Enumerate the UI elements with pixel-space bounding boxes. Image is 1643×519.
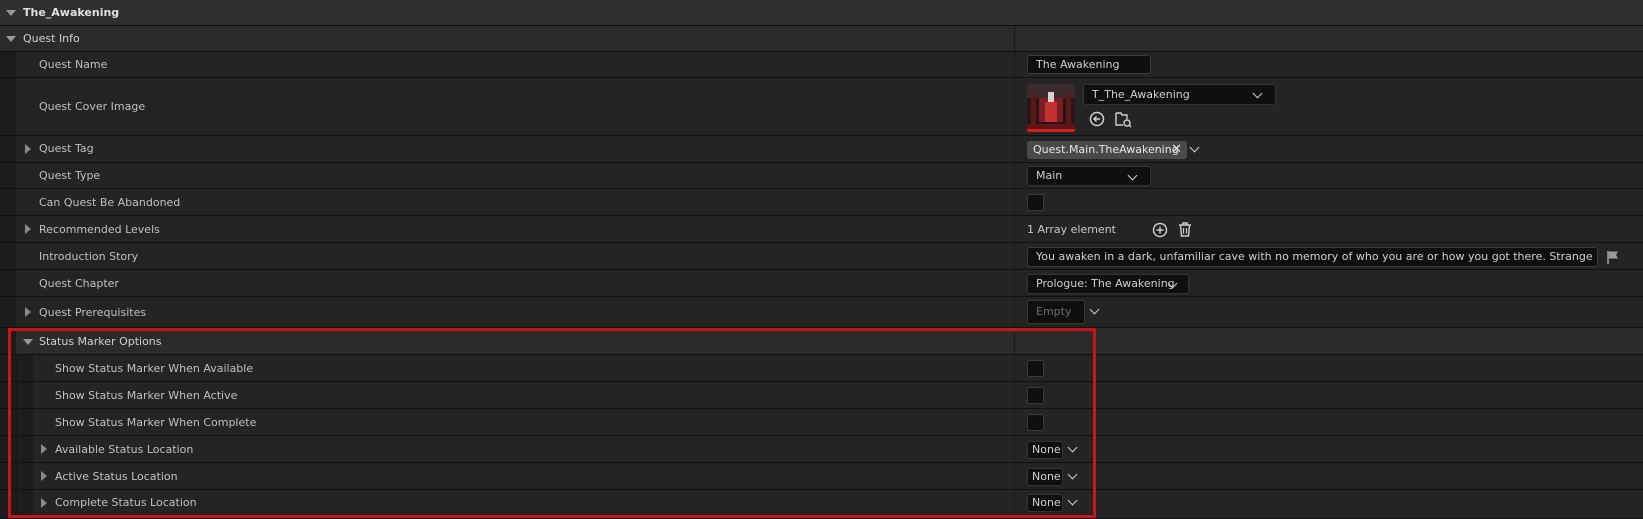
- asset-name: T_The_Awakening: [1092, 88, 1190, 101]
- collapse-arrow-icon[interactable]: [23, 339, 33, 345]
- quest-name-input[interactable]: The Awakening: [1027, 55, 1151, 74]
- property-available-location: Available Status Location None: [0, 436, 1643, 463]
- show-complete-checkbox[interactable]: [1027, 414, 1044, 431]
- property-label: Quest Prerequisites: [39, 306, 147, 319]
- expand-arrow-icon[interactable]: [41, 498, 47, 508]
- tag-value: Quest.Main.TheAwakening: [1033, 143, 1179, 156]
- expand-arrow-icon[interactable]: [25, 307, 31, 317]
- property-quest-type: Quest Type Main: [0, 163, 1643, 189]
- quest-type-dropdown[interactable]: Main: [1027, 166, 1151, 186]
- dropdown-value: Prologue: The Awakening: [1036, 277, 1175, 290]
- property-show-complete: Show Status Marker When Complete: [0, 409, 1643, 436]
- property-label: Available Status Location: [55, 443, 194, 456]
- add-element-icon[interactable]: [1152, 222, 1168, 238]
- trash-icon[interactable]: [1177, 221, 1193, 238]
- object-title: The_Awakening: [23, 6, 120, 19]
- available-location-picker[interactable]: None: [1027, 441, 1063, 459]
- property-quest-chapter: Quest Chapter Prologue: The Awakening: [0, 270, 1643, 297]
- chevron-down-icon: [1252, 88, 1263, 99]
- category-label: Quest Info: [23, 32, 80, 45]
- cover-image-asset-picker[interactable]: T_The_Awakening: [1083, 84, 1276, 105]
- remove-tag-icon[interactable]: ✕: [1171, 141, 1182, 159]
- property-label: Quest Name: [39, 58, 108, 71]
- property-label: Quest Cover Image: [39, 100, 146, 113]
- property-recommended-levels: Recommended Levels 1 Array element: [0, 216, 1643, 243]
- property-quest-cover-image: Quest Cover Image T_The_Awakening: [0, 78, 1643, 136]
- show-active-checkbox[interactable]: [1027, 387, 1044, 404]
- expand-arrow-icon[interactable]: [25, 144, 31, 154]
- property-introduction-story: Introduction Story You awaken in a dark,…: [0, 243, 1643, 270]
- property-label: Quest Tag: [39, 142, 94, 155]
- property-label: Introduction Story: [39, 250, 139, 263]
- chevron-down-icon: [1127, 170, 1138, 181]
- dropdown-value: Main: [1036, 169, 1063, 182]
- expand-arrow-icon[interactable]: [41, 471, 47, 481]
- property-label: Quest Chapter: [39, 277, 119, 290]
- property-label: Can Quest Be Abandoned: [39, 196, 181, 209]
- show-available-checkbox[interactable]: [1027, 360, 1044, 377]
- gameplay-tag-chip[interactable]: Quest.Main.TheAwakening ✕: [1027, 141, 1187, 159]
- property-show-active: Show Status Marker When Active: [0, 382, 1643, 409]
- active-location-picker[interactable]: None: [1027, 468, 1063, 486]
- use-selected-asset-icon[interactable]: [1089, 111, 1105, 127]
- expand-arrow-icon[interactable]: [25, 224, 31, 234]
- introduction-story-input[interactable]: You awaken in a dark, unfamiliar cave wi…: [1027, 247, 1598, 267]
- cover-thumbnail[interactable]: [1027, 84, 1075, 132]
- property-active-location: Active Status Location None: [0, 463, 1643, 490]
- can-abandon-checkbox[interactable]: [1027, 194, 1044, 211]
- property-complete-location: Complete Status Location None: [0, 490, 1643, 519]
- expand-arrow-icon[interactable]: [41, 444, 47, 454]
- property-label: Complete Status Location: [55, 496, 197, 509]
- collapse-arrow-icon[interactable]: [6, 36, 16, 42]
- property-label: Active Status Location: [55, 470, 178, 483]
- localization-flag-icon[interactable]: [1605, 249, 1621, 265]
- property-quest-prerequisites: Quest Prerequisites Empty: [0, 297, 1643, 328]
- collapse-arrow-icon[interactable]: [6, 10, 16, 16]
- property-quest-name: Quest Name The Awakening: [0, 52, 1643, 78]
- browse-asset-icon[interactable]: [1114, 110, 1132, 128]
- property-label: Recommended Levels: [39, 223, 160, 236]
- property-label: Quest Type: [39, 169, 101, 182]
- property-quest-tag: Quest Tag Quest.Main.TheAwakening ✕: [0, 136, 1643, 163]
- quest-chapter-dropdown[interactable]: Prologue: The Awakening: [1027, 274, 1189, 294]
- object-header[interactable]: The_Awakening: [0, 0, 1643, 26]
- property-label: Show Status Marker When Active: [55, 389, 238, 402]
- property-show-available: Show Status Marker When Available: [0, 355, 1643, 382]
- array-count: 1 Array element: [1027, 223, 1116, 236]
- category-quest-info[interactable]: Quest Info: [0, 26, 1643, 52]
- property-label: Show Status Marker When Complete: [55, 416, 257, 429]
- prerequisites-picker[interactable]: Empty: [1027, 300, 1085, 324]
- category-status-marker-options[interactable]: Status Marker Options: [0, 328, 1643, 355]
- property-can-abandon: Can Quest Be Abandoned: [0, 189, 1643, 216]
- property-label: Show Status Marker When Available: [55, 362, 254, 375]
- complete-location-picker[interactable]: None: [1027, 494, 1063, 512]
- category-label: Status Marker Options: [39, 335, 162, 348]
